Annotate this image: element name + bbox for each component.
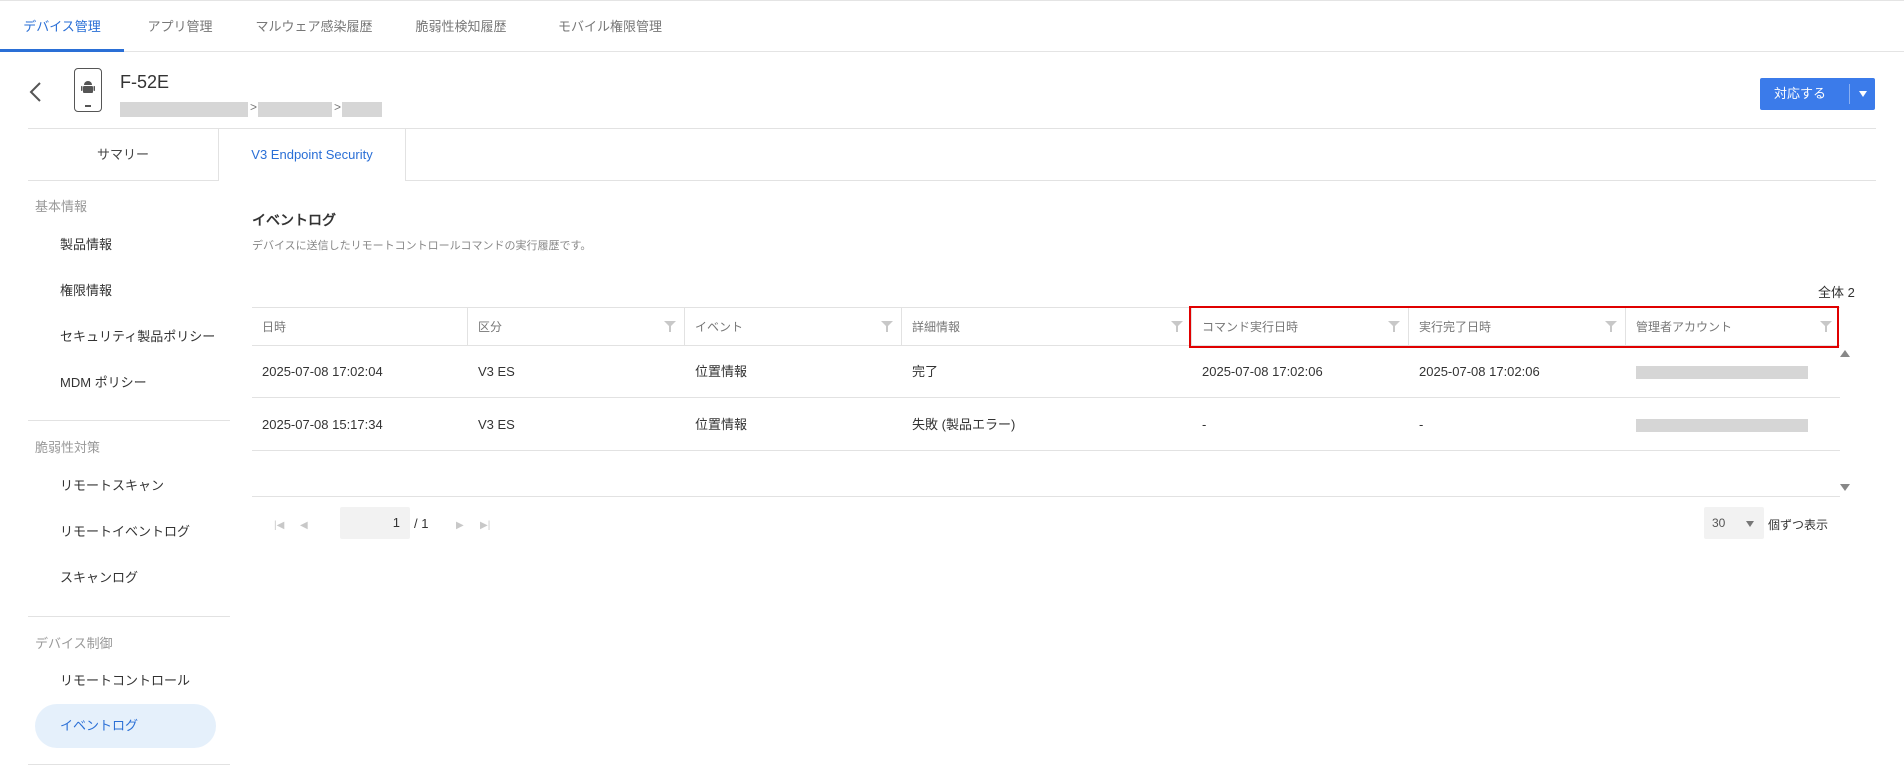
table-row[interactable]: 2025-07-08 15:17:34 V3 ES 位置情報 失敗 (製品エラー… xyxy=(252,399,1840,451)
last-page-icon[interactable]: ▶| xyxy=(480,520,490,531)
sidebar-item-security-policy[interactable]: セキュリティ製品ポリシー xyxy=(35,315,216,359)
cell-datetime: 2025-07-08 15:17:34 xyxy=(262,417,383,432)
sidebar-item-remote-scan[interactable]: リモートスキャン xyxy=(35,464,216,508)
cell-datetime: 2025-07-08 17:02:04 xyxy=(262,364,383,379)
column-header-category[interactable]: 区分 xyxy=(468,308,685,346)
sidebar-item-remote-event-log[interactable]: リモートイベントログ xyxy=(35,510,216,554)
device-name: F-52E xyxy=(120,72,170,92)
breadcrumb-redacted-1 xyxy=(120,102,248,117)
divider xyxy=(1849,84,1850,104)
sidebar-item-remote-control[interactable]: リモートコントロール xyxy=(35,659,216,703)
tab-mobile-permissions[interactable]: モバイル権限管理 xyxy=(530,1,690,52)
cell-admin-account xyxy=(1626,399,1840,451)
sidebar-section-device-control: デバイス制御 xyxy=(35,636,113,651)
cell-event: 位置情報 xyxy=(695,364,748,379)
divider xyxy=(28,764,230,765)
cell-details: 完了 xyxy=(912,364,939,379)
highlight-box xyxy=(1189,306,1839,348)
page-title: イベントログ xyxy=(252,212,336,228)
tab-vulnerability-history[interactable]: 脆弱性検知履歴 xyxy=(392,1,530,52)
divider xyxy=(28,420,230,421)
sidebar-item-permission-info[interactable]: 権限情報 xyxy=(35,269,216,313)
cell-command-exec-time: - xyxy=(1202,417,1207,432)
cell-category: V3 ES xyxy=(478,417,515,432)
redacted-value xyxy=(1636,366,1808,380)
caret-down-icon[interactable] xyxy=(1859,91,1867,97)
sidebar-item-product-info[interactable]: 製品情報 xyxy=(35,223,216,267)
divider xyxy=(28,616,230,617)
scroll-down-icon[interactable] xyxy=(1840,484,1850,491)
column-label: 詳細情報 xyxy=(912,320,961,334)
cell-completion-time: 2025-07-08 17:02:06 xyxy=(1419,364,1540,379)
page-size-label: 個ずつ表示 xyxy=(1768,518,1829,532)
respond-button[interactable]: 対応する xyxy=(1760,78,1875,110)
page-number-input[interactable]: 1 xyxy=(340,507,410,539)
android-phone-icon xyxy=(74,68,102,112)
tab-app-management[interactable]: アプリ管理 xyxy=(124,1,236,52)
page-description: デバイスに送信したリモートコントロールコマンドの実行履歴です。 xyxy=(252,240,592,252)
divider xyxy=(252,496,1840,497)
table-row[interactable]: 2025-07-08 17:02:04 V3 ES 位置情報 完了 2025-0… xyxy=(252,346,1840,398)
sidebar-section-basic-info: 基本情報 xyxy=(35,199,88,214)
prev-page-icon[interactable]: ◀ xyxy=(300,520,308,531)
filter-icon[interactable] xyxy=(881,321,893,332)
first-page-icon[interactable]: |◀ xyxy=(274,520,284,531)
tab-summary[interactable]: サマリー xyxy=(28,129,218,180)
breadcrumb-separator: > xyxy=(250,100,258,114)
breadcrumb-redacted-3 xyxy=(342,102,382,117)
page-total: / 1 xyxy=(414,516,429,531)
tab-device-management[interactable]: デバイス管理 xyxy=(0,1,124,52)
sidebar-section-vulnerability: 脆弱性対策 xyxy=(35,440,101,455)
chevron-down-icon xyxy=(1746,521,1754,527)
page-size-select[interactable]: 30 xyxy=(1704,507,1764,539)
breadcrumb-separator: > xyxy=(334,100,342,114)
column-header-event[interactable]: イベント xyxy=(685,308,902,346)
column-label: 区分 xyxy=(478,320,503,334)
sidebar-item-mdm-policy[interactable]: MDM ポリシー xyxy=(35,361,216,405)
top-nav: デバイス管理 アプリ管理 マルウェア感染履歴 脆弱性検知履歴 モバイル権限管理 xyxy=(0,0,1904,52)
column-header-datetime[interactable]: 日時 xyxy=(252,308,468,346)
cell-details: 失敗 (製品エラー) xyxy=(912,417,1016,432)
chevron-left-icon[interactable] xyxy=(28,80,44,104)
column-label: イベント xyxy=(695,320,744,334)
next-page-icon[interactable]: ▶ xyxy=(456,520,464,531)
redacted-value xyxy=(1636,419,1808,433)
cell-event: 位置情報 xyxy=(695,417,748,432)
column-header-details[interactable]: 詳細情報 xyxy=(902,308,1192,346)
cell-command-exec-time: 2025-07-08 17:02:06 xyxy=(1202,364,1323,379)
sidebar-item-scan-log[interactable]: スキャンログ xyxy=(35,556,216,600)
filter-icon[interactable] xyxy=(1171,321,1183,332)
cell-completion-time: - xyxy=(1419,417,1424,432)
respond-button-label: 対応する xyxy=(1774,86,1827,101)
tab-v3-endpoint-security[interactable]: V3 Endpoint Security xyxy=(218,129,406,181)
total-count: 全体 2 xyxy=(1818,285,1855,300)
filter-icon[interactable] xyxy=(664,321,676,332)
tab-malware-history[interactable]: マルウェア感染履歴 xyxy=(236,1,392,52)
page-size-value: 30 xyxy=(1712,516,1726,530)
scroll-up-icon[interactable] xyxy=(1840,350,1850,357)
cell-admin-account xyxy=(1626,346,1840,398)
sidebar-item-event-log[interactable]: イベントログ xyxy=(35,704,216,748)
cell-category: V3 ES xyxy=(478,364,515,379)
breadcrumb-redacted-2 xyxy=(258,102,332,117)
column-label: 日時 xyxy=(262,320,287,334)
